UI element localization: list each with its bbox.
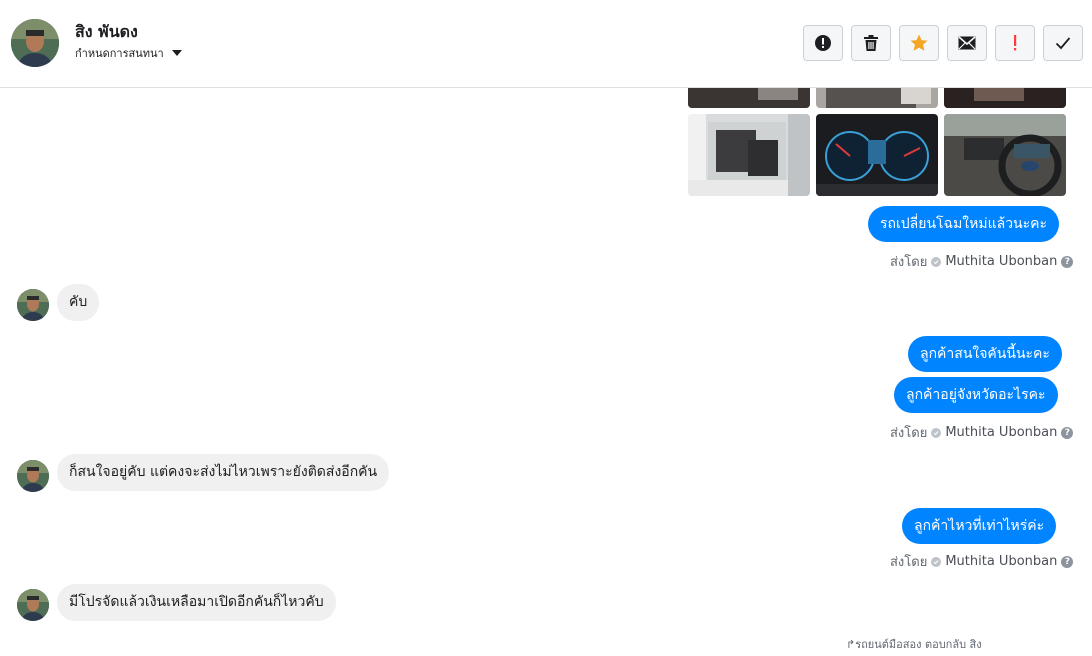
contact-avatar-small[interactable] bbox=[17, 289, 49, 321]
car-photo-dashboard[interactable] bbox=[944, 114, 1066, 196]
star-button[interactable] bbox=[899, 25, 939, 61]
message-incoming: คับ bbox=[57, 284, 100, 321]
help-icon[interactable]: ? bbox=[1061, 555, 1074, 568]
sent-by-prefix: ส่งโดย bbox=[890, 255, 928, 270]
sent-by-prefix: ส่งโดย bbox=[890, 426, 928, 441]
check-icon bbox=[1055, 37, 1071, 50]
delete-button[interactable] bbox=[851, 25, 891, 61]
conversation-header: สิง พันดง กำหนดการสนทนา bbox=[0, 0, 1092, 88]
verified-icon bbox=[931, 556, 942, 567]
car-photo-rear-seat[interactable] bbox=[688, 114, 810, 196]
car-photo-interior-3[interactable] bbox=[944, 88, 1066, 108]
mark-unread-button[interactable] bbox=[947, 25, 987, 61]
reply-arrow-icon: ↱ bbox=[846, 638, 856, 651]
reply-context-text: รถยนต์มือสอง ตอบกลับ สิง bbox=[855, 638, 982, 651]
contact-name: สิง พันดง bbox=[75, 22, 138, 41]
message-outgoing: ลูกค้าไหวที่เท่าไหร่ค่ะ bbox=[902, 508, 1057, 544]
trash-icon bbox=[864, 35, 878, 51]
car-photo-gauges[interactable] bbox=[816, 114, 938, 196]
message-thread: รถเปลี่ยนโฉมใหม่แล้วนะคะ ส่งโดย Muthita … bbox=[0, 88, 1092, 656]
sent-by-agent[interactable]: Muthita Ubonban bbox=[945, 425, 1057, 440]
conversation-toolbar bbox=[803, 25, 1083, 61]
contact-avatar-small[interactable] bbox=[17, 460, 49, 492]
chevron-down-icon bbox=[171, 50, 182, 56]
mark-done-button[interactable] bbox=[1043, 25, 1083, 61]
assign-label: กำหนดการสนทนา bbox=[75, 47, 164, 60]
verified-icon bbox=[931, 427, 942, 438]
message-outgoing: รถเปลี่ยนโฉมใหม่แล้วนะคะ bbox=[868, 206, 1060, 242]
alert-circle-icon bbox=[815, 35, 831, 51]
envelope-icon bbox=[958, 36, 976, 50]
sent-by-agent[interactable]: Muthita Ubonban bbox=[945, 554, 1057, 569]
message-outgoing: ลูกค้าอยู่จังหวัดอะไรคะ bbox=[894, 377, 1058, 413]
assign-conversation-dropdown[interactable]: กำหนดการสนทนา bbox=[75, 44, 182, 62]
priority-button[interactable] bbox=[995, 25, 1035, 61]
help-icon[interactable]: ? bbox=[1061, 426, 1074, 439]
car-photo-interior-2[interactable] bbox=[816, 88, 938, 108]
reply-context-note: ↱รถยนต์มือสอง ตอบกลับ สิง bbox=[846, 635, 982, 653]
star-icon bbox=[910, 34, 928, 51]
sent-by-agent[interactable]: Muthita Ubonban bbox=[945, 254, 1057, 269]
car-photo-interior-1[interactable] bbox=[688, 88, 810, 108]
mark-spam-button[interactable] bbox=[803, 25, 843, 61]
help-icon[interactable]: ? bbox=[1061, 255, 1074, 268]
sent-by-label: ส่งโดย Muthita Ubonban ? bbox=[890, 551, 1074, 572]
sent-by-label: ส่งโดย Muthita Ubonban ? bbox=[890, 251, 1074, 272]
verified-icon bbox=[931, 256, 942, 267]
message-outgoing: ลูกค้าสนใจคันนี้นะคะ bbox=[908, 336, 1062, 372]
exclamation-icon bbox=[1014, 35, 1017, 51]
sent-by-prefix: ส่งโดย bbox=[890, 555, 928, 570]
message-incoming: ก็สนใจอยู่คับ แต่คงจะส่งไม่ไหวเพราะยังติ… bbox=[57, 454, 390, 491]
message-incoming: มีโปรจัดแล้วเงินเหลือมาเปิดอีกคันก็ไหวคั… bbox=[57, 584, 336, 621]
sent-by-label: ส่งโดย Muthita Ubonban ? bbox=[890, 422, 1074, 443]
contact-avatar-small[interactable] bbox=[17, 589, 49, 621]
contact-avatar[interactable] bbox=[11, 19, 59, 67]
